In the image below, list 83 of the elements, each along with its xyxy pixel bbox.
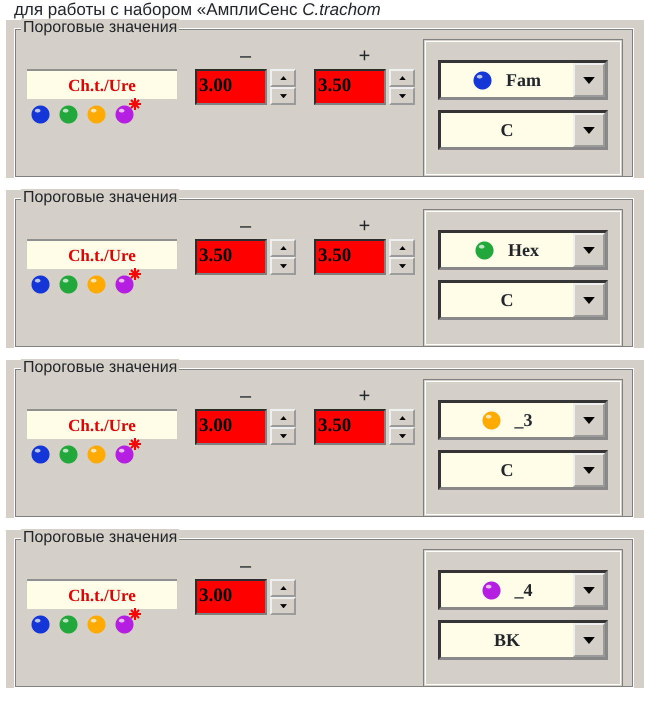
dropdown-arrow-button[interactable] xyxy=(573,63,605,97)
sign-label: + xyxy=(358,385,370,409)
down-arrow-icon xyxy=(280,94,286,98)
spin-up-button[interactable] xyxy=(270,69,296,87)
group-title: Пороговые значения xyxy=(21,529,180,547)
dropdown-arrow-button[interactable] xyxy=(573,403,605,437)
channel-dropdown[interactable]: _4 xyxy=(438,570,608,610)
down-arrow-icon xyxy=(583,586,595,594)
channel-dropdown[interactable]: Hex xyxy=(438,230,608,270)
spin-up-button[interactable] xyxy=(270,579,296,597)
spin-up-button[interactable] xyxy=(270,239,296,257)
up-arrow-icon xyxy=(280,76,286,80)
type-dropdown[interactable]: C xyxy=(438,110,608,150)
channel-value: Hex xyxy=(508,238,539,262)
spin-down-button[interactable] xyxy=(270,87,296,105)
down-arrow-icon xyxy=(583,246,595,254)
spin-up-button[interactable] xyxy=(389,239,415,257)
sign-label: – xyxy=(240,45,252,69)
threshold-field[interactable]: 3.50 xyxy=(195,239,267,275)
sign-label: + xyxy=(358,215,370,239)
channel-value: _4 xyxy=(514,578,532,602)
down-arrow-icon xyxy=(583,636,595,644)
down-arrow-icon xyxy=(280,434,286,438)
threshold-field[interactable]: 3.00 xyxy=(195,69,267,105)
sign-label: + xyxy=(358,45,370,69)
down-arrow-icon xyxy=(398,264,406,268)
down-arrow-icon xyxy=(583,126,595,134)
sign-label: – xyxy=(240,215,252,239)
dropdown-arrow-button[interactable] xyxy=(573,573,605,607)
test-name-field: Ch.t./Ure xyxy=(27,579,177,609)
threshold-field[interactable]: 3.00 xyxy=(195,409,267,445)
asterisk-icon xyxy=(129,98,141,110)
threshold-field[interactable]: 3.50 xyxy=(314,69,386,105)
up-arrow-icon xyxy=(280,586,286,590)
down-arrow-icon xyxy=(583,76,595,84)
group-title: Пороговые значения xyxy=(21,19,180,37)
spin-up-button[interactable] xyxy=(270,409,296,427)
spin-up-button[interactable] xyxy=(389,69,415,87)
up-arrow-icon xyxy=(398,246,406,250)
up-arrow-icon xyxy=(280,246,286,250)
test-name-field: Ch.t./Ure xyxy=(27,409,177,439)
asterisk-icon xyxy=(129,268,141,280)
down-arrow-icon xyxy=(583,466,595,474)
dropdown-arrow-button[interactable] xyxy=(573,283,605,317)
down-arrow-icon xyxy=(398,434,406,438)
down-arrow-icon xyxy=(280,604,286,608)
dropdown-arrow-button[interactable] xyxy=(573,623,605,657)
threshold-field[interactable]: 3.50 xyxy=(314,409,386,445)
spin-up-button[interactable] xyxy=(389,409,415,427)
down-arrow-icon xyxy=(398,94,406,98)
up-arrow-icon xyxy=(280,416,286,420)
dropdown-arrow-button[interactable] xyxy=(573,453,605,487)
type-dropdown[interactable]: C xyxy=(438,280,608,320)
channel-dropdown[interactable]: _3 xyxy=(438,400,608,440)
channel-value: Fam xyxy=(506,68,541,92)
test-name-field: Ch.t./Ure xyxy=(27,239,177,269)
down-arrow-icon xyxy=(583,296,595,304)
spin-down-button[interactable] xyxy=(389,87,415,105)
down-arrow-icon xyxy=(280,264,286,268)
spin-down-button[interactable] xyxy=(389,427,415,445)
type-dropdown[interactable]: C xyxy=(438,450,608,490)
caption-text: для работы с набором «АмплиСенс C.trachom xyxy=(13,0,382,20)
spin-down-button[interactable] xyxy=(389,257,415,275)
sign-label: – xyxy=(240,555,252,579)
type-dropdown[interactable]: BK xyxy=(438,620,608,660)
spin-down-button[interactable] xyxy=(270,427,296,445)
group-title: Пороговые значения xyxy=(21,189,180,207)
down-arrow-icon xyxy=(583,416,595,424)
sign-label: – xyxy=(240,385,252,409)
asterisk-icon xyxy=(129,608,141,620)
test-name-field: Ch.t./Ure xyxy=(27,69,177,99)
threshold-field[interactable]: 3.50 xyxy=(314,239,386,275)
spin-down-button[interactable] xyxy=(270,597,296,615)
dropdown-arrow-button[interactable] xyxy=(573,113,605,147)
spin-down-button[interactable] xyxy=(270,257,296,275)
threshold-field[interactable]: 3.00 xyxy=(195,579,267,615)
channel-value: _3 xyxy=(514,408,532,432)
dropdown-arrow-button[interactable] xyxy=(573,233,605,267)
group-title: Пороговые значения xyxy=(21,359,180,377)
channel-dropdown[interactable]: Fam xyxy=(438,60,608,100)
up-arrow-icon xyxy=(398,416,406,420)
asterisk-icon xyxy=(129,438,141,450)
up-arrow-icon xyxy=(398,76,406,80)
